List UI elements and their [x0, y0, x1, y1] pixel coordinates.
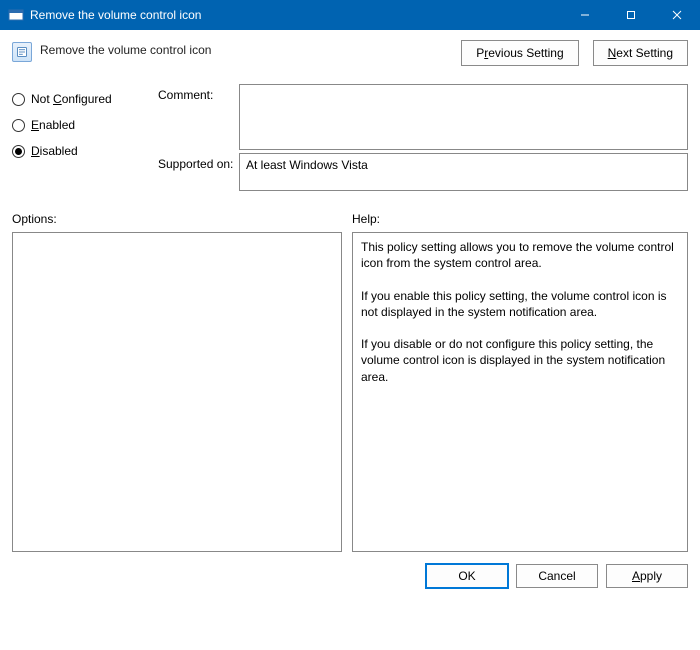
ok-button[interactable]: OK [426, 564, 508, 588]
radio-enabled-label: Enabled [31, 118, 75, 132]
header-row: Remove the volume control icon Previous … [12, 40, 688, 66]
cancel-button[interactable]: Cancel [516, 564, 598, 588]
state-radio-group: Not Configured Enabled Disabled [12, 84, 152, 194]
options-panel [12, 232, 342, 552]
supported-on-field [239, 153, 688, 191]
options-label: Options: [12, 212, 342, 226]
app-icon [8, 7, 24, 23]
radio-disabled[interactable]: Disabled [12, 138, 152, 164]
previous-setting-button[interactable]: Previous Setting [461, 40, 578, 66]
supported-on-label: Supported on: [158, 153, 233, 194]
maximize-button[interactable] [608, 0, 654, 30]
titlebar[interactable]: Remove the volume control icon [0, 0, 700, 30]
dialog-footer: OK Cancel Apply [12, 552, 688, 588]
minimize-button[interactable] [562, 0, 608, 30]
next-setting-button[interactable]: Next Setting [593, 40, 688, 66]
help-label: Help: [352, 212, 380, 226]
help-panel: This policy setting allows you to remove… [352, 232, 688, 552]
close-button[interactable] [654, 0, 700, 30]
client-area: Remove the volume control icon Previous … [0, 30, 700, 600]
comment-input[interactable] [239, 84, 688, 150]
radio-not-configured[interactable]: Not Configured [12, 86, 152, 112]
radio-enabled-input[interactable] [12, 119, 25, 132]
radio-disabled-input[interactable] [12, 145, 25, 158]
radio-not-configured-label: Not Configured [31, 92, 112, 106]
policy-icon [12, 42, 32, 62]
radio-enabled[interactable]: Enabled [12, 112, 152, 138]
apply-button[interactable]: Apply [606, 564, 688, 588]
policy-title: Remove the volume control icon [40, 40, 211, 57]
radio-not-configured-input[interactable] [12, 93, 25, 106]
window-title: Remove the volume control icon [30, 8, 201, 22]
radio-disabled-label: Disabled [31, 144, 78, 158]
comment-label: Comment: [158, 84, 233, 153]
